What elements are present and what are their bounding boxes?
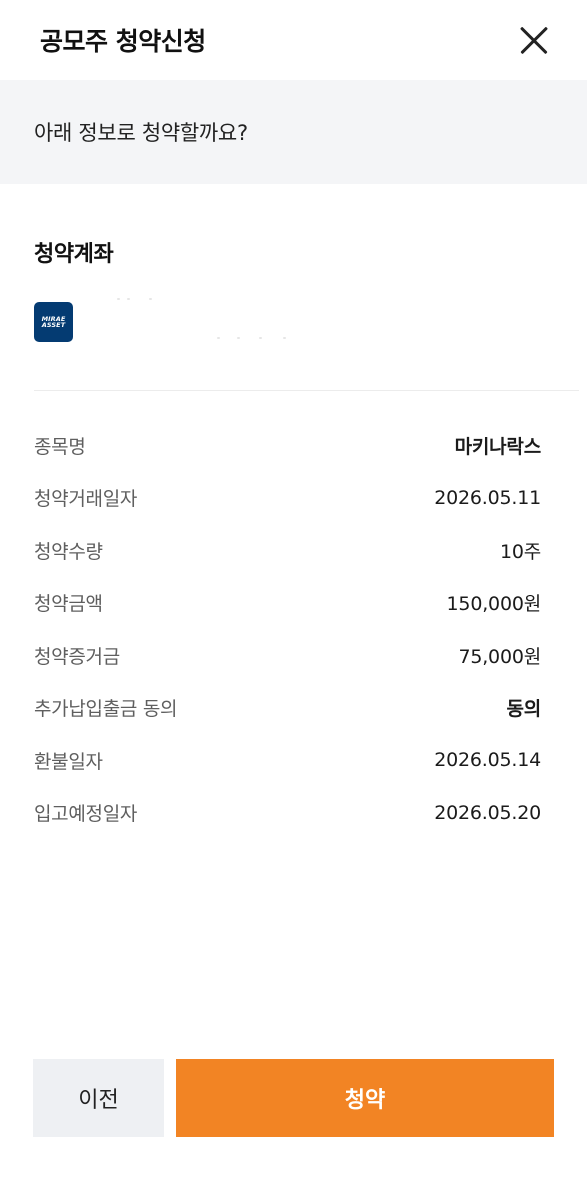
detail-label: 추가납입출금 동의 — [34, 698, 178, 721]
footer-actions: 이전 청약 — [33, 1059, 554, 1137]
detail-value: 마키나락스 — [454, 435, 542, 458]
detail-row-amount: 청약금액 150,000원 — [34, 577, 541, 630]
detail-row-quantity: 청약수량 10주 — [34, 524, 541, 577]
detail-value: 2026.05.11 — [434, 486, 541, 509]
detail-value: 2026.05.14 — [434, 749, 541, 772]
detail-label: 청약금액 — [34, 593, 103, 616]
detail-label: 청약증거금 — [34, 645, 120, 668]
mirae-asset-logo-icon: MIRAE ASSET — [34, 302, 73, 342]
header: 공모주 청약신청 — [0, 0, 587, 80]
confirm-banner: 아래 정보로 청약할까요? — [0, 80, 587, 184]
account-number-redacted — [87, 298, 553, 342]
detail-row-consent: 추가납입출금 동의 동의 — [34, 682, 541, 735]
detail-value: 75,000원 — [458, 645, 541, 668]
detail-label: 청약거래일자 — [34, 488, 138, 511]
divider — [34, 390, 579, 391]
confirm-message: 아래 정보로 청약할까요? — [34, 121, 248, 145]
account-row: MIRAE ASSET — [34, 298, 553, 342]
detail-row-delivery-date: 입고예정일자 2026.05.20 — [34, 787, 541, 840]
account-section: 청약계좌 MIRAE ASSET — [0, 236, 587, 342]
detail-row-stock-name: 종목명 마키나락스 — [34, 419, 541, 472]
subscribe-button[interactable]: 청약 — [176, 1059, 554, 1137]
detail-value: 동의 — [506, 698, 541, 721]
detail-value: 10주 — [499, 540, 541, 563]
detail-value: 2026.05.20 — [434, 801, 541, 824]
detail-label: 종목명 — [34, 435, 86, 458]
detail-label: 환불일자 — [34, 750, 103, 773]
logo-text-line2: ASSET — [41, 321, 66, 329]
account-section-title: 청약계좌 — [34, 242, 114, 267]
detail-value: 150,000원 — [446, 593, 542, 616]
detail-row-refund-date: 환불일자 2026.05.14 — [34, 734, 541, 787]
detail-label: 입고예정일자 — [34, 803, 138, 826]
detail-row-deposit: 청약증거금 75,000원 — [34, 629, 541, 682]
detail-label: 청약수량 — [34, 540, 103, 563]
subscription-details: 종목명 마키나락스 청약거래일자 2026.05.11 청약수량 10주 청약금… — [0, 419, 587, 839]
close-icon[interactable] — [519, 25, 549, 55]
previous-button[interactable]: 이전 — [33, 1059, 164, 1137]
detail-row-trade-date: 청약거래일자 2026.05.11 — [34, 472, 541, 525]
page-title: 공모주 청약신청 — [40, 27, 206, 56]
